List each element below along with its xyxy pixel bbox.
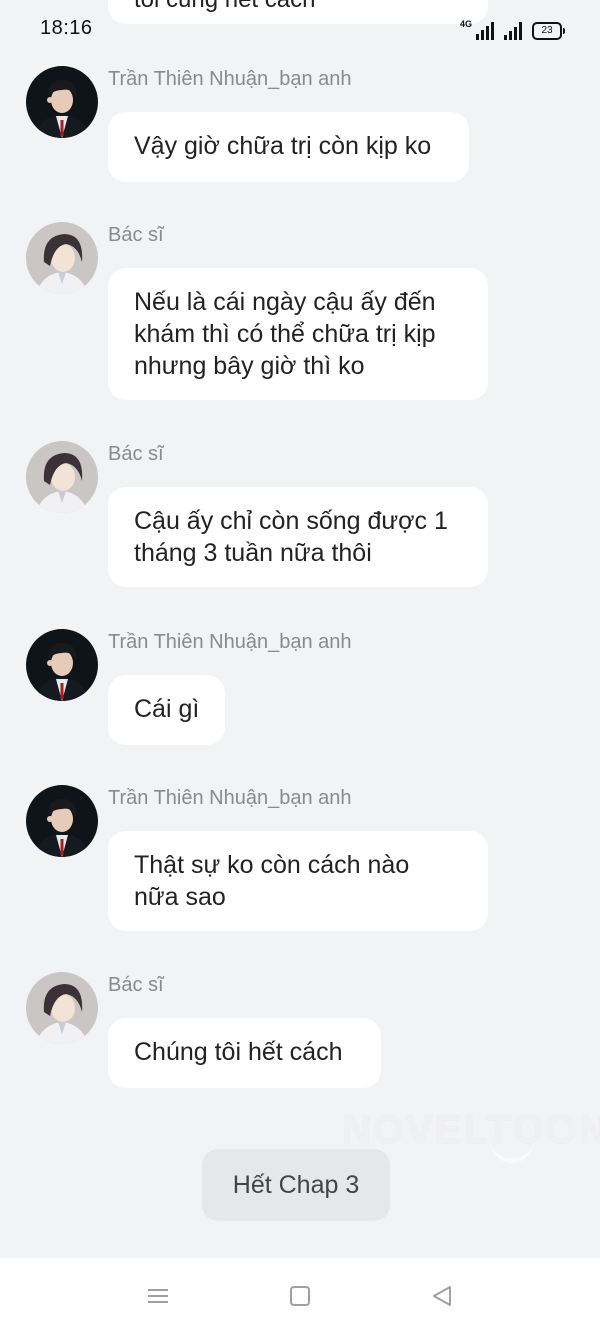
message-bubble[interactable]: Vậy giờ chữa trị còn kịp ko [108,112,469,182]
doctor-avatar[interactable] [26,222,98,294]
status-icons: 4G 23 [460,18,565,40]
status-bar: 18:16 4G 23 [0,0,600,58]
system-nav-bar [0,1258,600,1333]
boy-avatar[interactable] [26,66,98,138]
menu-icon[interactable] [144,1282,172,1310]
message-line: Cậu ấy chỉ còn sống được 1 [134,507,448,535]
sender-name: Bác sĩ [108,224,164,246]
battery-level: 23 [541,25,553,36]
message-line: khám thì có thể chữa trị kịp [134,320,436,348]
home-square-icon[interactable] [286,1282,314,1310]
doctor-avatar[interactable] [26,972,98,1044]
message-line: Chúng tôi hết cách [134,1038,343,1066]
message-line: tháng 3 tuần nữa thôi [134,539,372,567]
doctor-avatar[interactable] [26,441,98,513]
message-bubble[interactable]: Nếu là cái ngày cậu ấy đến khám thì có t… [108,268,488,400]
message-line: Vậy giờ chữa trị còn kịp ko [134,132,432,160]
message-bubble[interactable]: Cậu ấy chỉ còn sống được 1 tháng 3 tuần … [108,487,488,587]
end-chapter-button[interactable]: Hết Chap 3 [202,1149,390,1221]
watermark-arc [490,1140,534,1163]
watermark-logo: NOVELTOON [342,1108,600,1152]
sender-name: Trần Thiên Nhuận_bạn anh [108,631,352,653]
back-triangle-icon[interactable] [428,1282,456,1310]
message-bubble[interactable]: Cái gì [108,675,225,745]
boy-avatar[interactable] [26,785,98,857]
message-bubble[interactable]: Thật sự ko còn cách nào nữa sao [108,831,488,931]
signal-4g-icon: 4G [460,19,494,40]
message-line: nữa sao [134,883,226,911]
signal-bars-icon [504,22,522,40]
network-type-label: 4G [460,19,473,29]
message-line: nhưng bây giờ thì ko [134,352,365,380]
battery-icon: 23 [532,22,565,40]
message-bubble[interactable]: Chúng tôi hết cách [108,1018,381,1088]
sender-name: Trần Thiên Nhuận_bạn anh [108,68,352,90]
sender-name: Trần Thiên Nhuận_bạn anh [108,787,352,809]
boy-avatar[interactable] [26,629,98,701]
message-line: Cái gì [134,695,200,723]
sender-name: Bác sĩ [108,443,164,465]
message-line: Thật sự ko còn cách nào [134,851,410,879]
message-line: Nếu là cái ngày cậu ấy đến [134,288,436,316]
sender-name: Bác sĩ [108,974,164,996]
status-time: 18:16 [40,17,93,39]
